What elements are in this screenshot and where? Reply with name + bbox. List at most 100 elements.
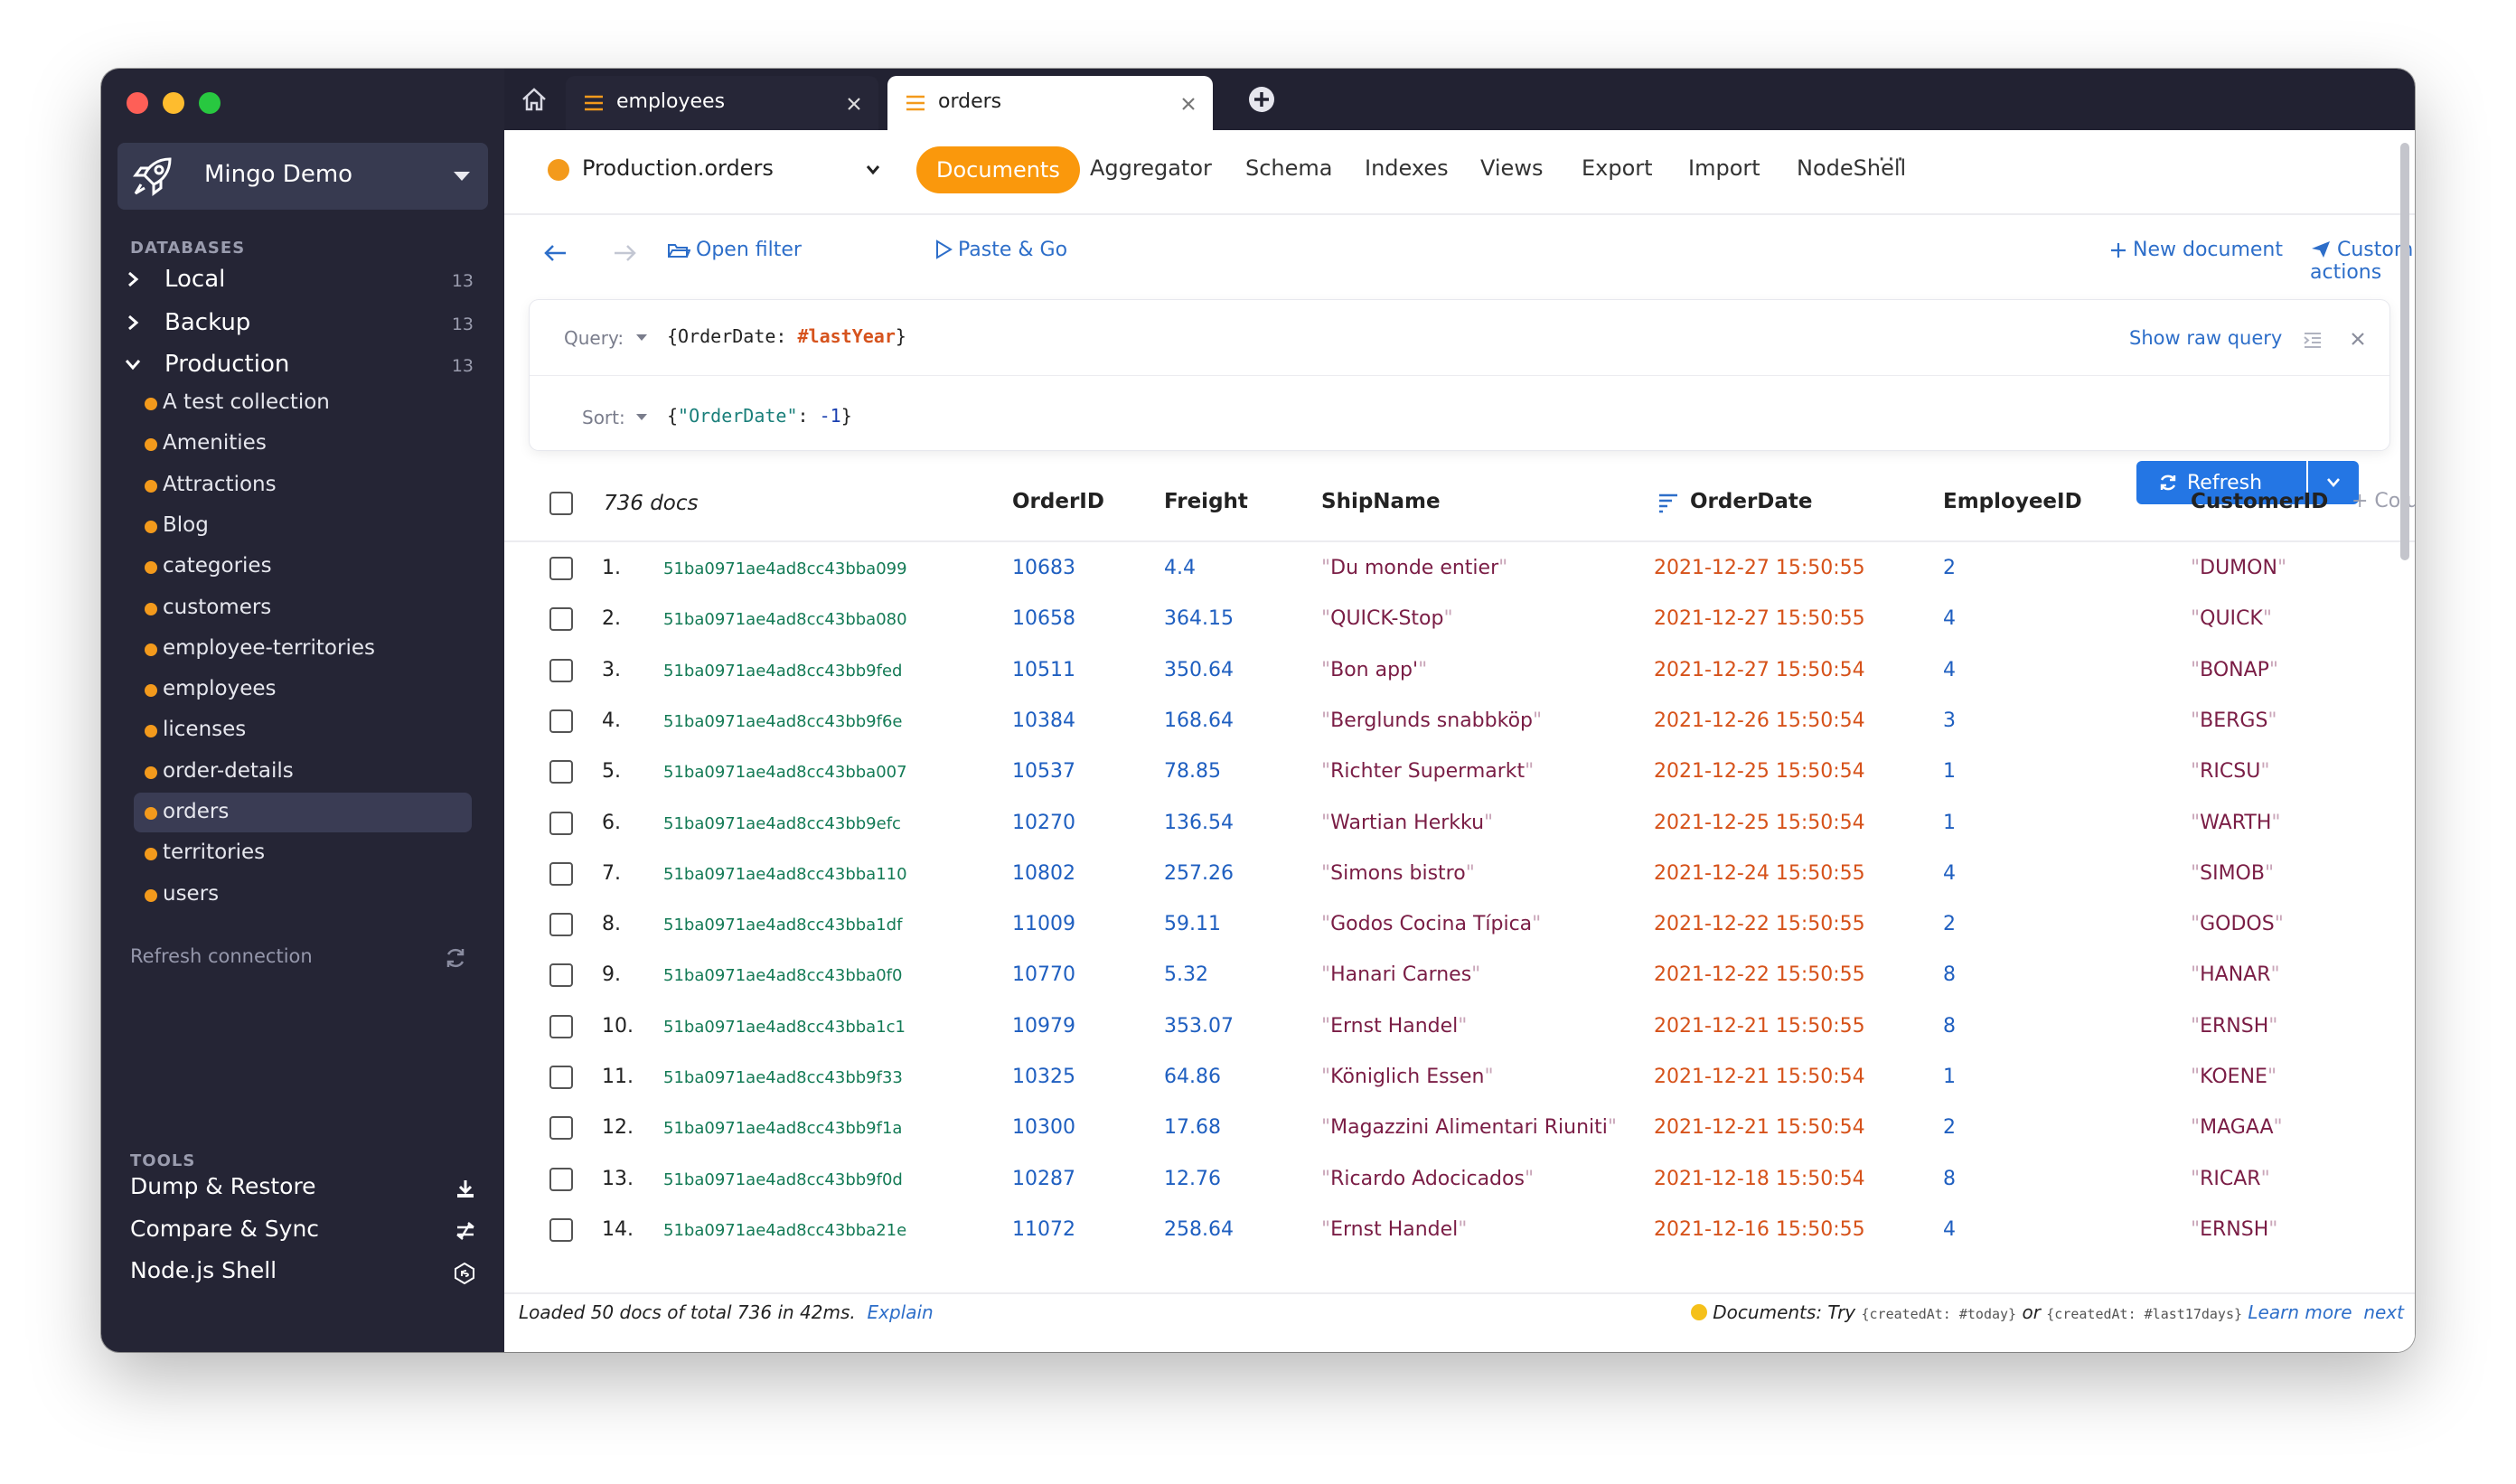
table-row[interactable]: 8. 51ba0971ae4ad8cc43bba1df 11009 59.11 "God… — [504, 898, 2415, 949]
row-checkbox[interactable] — [549, 1116, 573, 1140]
table-row[interactable]: 3. 51ba0971ae4ad8cc43bb9fed 10511 350.64 "Bo… — [504, 644, 2415, 695]
connection-selector[interactable]: Mingo Demo — [117, 143, 488, 210]
table-row[interactable]: 13. 51ba0971ae4ad8cc43bb9f0d 10287 12.76 "Ri… — [504, 1153, 2415, 1204]
table-row[interactable]: 11. 51ba0971ae4ad8cc43bb9f33 10325 64.86 "Kö… — [504, 1051, 2415, 1102]
freight-value: 353.07 — [1164, 1015, 1234, 1038]
caret-down-icon — [454, 172, 470, 181]
table-row[interactable]: 14. 51ba0971ae4ad8cc43bba21e 11072 258.64 "E… — [504, 1204, 2415, 1254]
next-tip-link[interactable]: next — [2363, 1301, 2404, 1323]
sort-input[interactable]: {"OrderDate": -1} — [667, 405, 852, 427]
column-header-employeeid[interactable]: EmployeeID — [1943, 490, 2082, 513]
tool-compare-sync[interactable]: Compare & Sync — [130, 1212, 488, 1248]
table-row[interactable]: 1. 51ba0971ae4ad8cc43bba099 10683 4.4 "Du mo… — [504, 542, 2415, 593]
table-row[interactable]: 2. 51ba0971ae4ad8cc43bba080 10658 364.15 "QU… — [504, 593, 2415, 643]
learn-more-link[interactable]: Learn more — [2248, 1301, 2352, 1323]
nav-tab-documents[interactable]: Documents — [916, 146, 1080, 193]
row-checkbox[interactable] — [549, 709, 573, 733]
database-item-backup[interactable]: Backup 13 — [123, 305, 484, 342]
query-input[interactable]: {OrderDate: #lastYear} — [667, 325, 906, 347]
caret-down-icon[interactable] — [636, 334, 647, 341]
row-checkbox[interactable] — [549, 1066, 573, 1089]
row-checkbox[interactable] — [549, 812, 573, 835]
minimize-window-button[interactable] — [163, 92, 184, 114]
nav-tab-schema[interactable]: Schema — [1245, 155, 1333, 181]
nav-tab-indexes[interactable]: Indexes — [1365, 155, 1449, 181]
table-row[interactable]: 15.51ba0971ae4ad8cc43bba0451059929.98"B'… — [504, 1254, 2415, 1265]
format-icon[interactable] — [2303, 331, 2323, 349]
custom-actions-button[interactable]: Custom actions — [2310, 239, 2415, 284]
tool-nodejs-shell[interactable]: Node.js Shell — [130, 1254, 488, 1290]
quote-mark: " — [2260, 760, 2270, 783]
collection-item[interactable]: employee-territories — [134, 629, 472, 669]
tool-dump-restore[interactable]: Dump & Restore — [130, 1169, 488, 1206]
add-tab-icon[interactable] — [1247, 85, 1276, 114]
row-checkbox[interactable] — [549, 913, 573, 936]
row-checkbox[interactable] — [549, 760, 573, 784]
document-id: 51ba0971ae4ad8cc43bb9f1a — [663, 1119, 903, 1138]
nav-tab-views[interactable]: Views — [1480, 155, 1543, 181]
table-row[interactable]: 10. 51ba0971ae4ad8cc43bba1c1 10979 353.07 "E… — [504, 1000, 2415, 1051]
sort-descending-icon[interactable] — [1657, 492, 1679, 513]
nav-tab-export[interactable]: Export — [1582, 155, 1653, 181]
explain-link[interactable]: Explain — [867, 1301, 933, 1323]
table-row[interactable]: 6. 51ba0971ae4ad8cc43bb9efc 10270 136.54 "Wa… — [504, 797, 2415, 848]
column-header-shipname[interactable]: ShipName — [1321, 490, 1441, 513]
refresh-connection-link[interactable]: Refresh connection — [130, 945, 313, 967]
open-filter-button[interactable]: Open filter — [667, 239, 802, 261]
table-row[interactable]: 4. 51ba0971ae4ad8cc43bb9f6e 10384 168.64 "Be… — [504, 695, 2415, 746]
tab-employees[interactable]: employees — [566, 76, 878, 130]
close-icon[interactable] — [846, 96, 862, 112]
row-checkbox[interactable] — [549, 557, 573, 580]
collection-item[interactable]: categories — [134, 547, 472, 587]
table-row[interactable]: 7. 51ba0971ae4ad8cc43bba110 10802 257.26 "Si… — [504, 848, 2415, 898]
clear-query-icon[interactable] — [2350, 331, 2366, 347]
table-row[interactable]: 5. 51ba0971ae4ad8cc43bba007 10537 78.85 "Ric… — [504, 746, 2415, 796]
scrollbar-thumb[interactable] — [2400, 143, 2409, 560]
new-document-button[interactable]: New document — [2109, 239, 2283, 261]
collection-item[interactable]: customers — [134, 588, 472, 628]
refresh-icon[interactable] — [443, 945, 468, 971]
collection-item[interactable]: Blog — [134, 506, 472, 546]
collection-item[interactable]: order-details — [134, 752, 472, 792]
namespace-selector[interactable]: Production.orders — [582, 155, 774, 181]
column-header-freight[interactable]: Freight — [1164, 490, 1248, 513]
forward-arrow-icon[interactable] — [613, 244, 636, 262]
caret-down-icon[interactable] — [636, 414, 647, 420]
column-header-customerid[interactable]: CustomerID — [2191, 490, 2328, 513]
collection-item[interactable]: Attractions — [134, 465, 472, 505]
tab-orders[interactable]: orders — [887, 76, 1213, 130]
collection-item[interactable]: A test collection — [134, 383, 472, 423]
collection-item[interactable]: orders — [134, 793, 472, 832]
row-checkbox[interactable] — [549, 963, 573, 987]
table-row[interactable]: 12. 51ba0971ae4ad8cc43bb9f1a 10300 17.68 "Ma… — [504, 1102, 2415, 1152]
table-row[interactable]: 9. 51ba0971ae4ad8cc43bba0f0 10770 5.32 "Hana… — [504, 949, 2415, 1000]
row-checkbox[interactable] — [549, 607, 573, 631]
home-icon[interactable] — [521, 87, 548, 112]
maximize-window-button[interactable] — [199, 92, 221, 114]
select-all-checkbox[interactable] — [549, 492, 573, 515]
collection-item[interactable]: Amenities — [134, 424, 472, 464]
database-item-local[interactable]: Local 13 — [123, 262, 484, 298]
nav-tab-import[interactable]: Import — [1688, 155, 1760, 181]
more-menu-button[interactable]: ··· — [1878, 146, 1906, 174]
collection-item[interactable]: licenses — [134, 710, 472, 750]
collection-item[interactable]: employees — [134, 670, 472, 709]
show-raw-query-link[interactable]: Show raw query — [2129, 327, 2282, 349]
back-arrow-icon[interactable] — [544, 244, 568, 262]
column-header-orderid[interactable]: OrderID — [1012, 490, 1104, 513]
column-header-orderdate[interactable]: OrderDate — [1690, 490, 1813, 513]
row-checkbox[interactable] — [549, 862, 573, 886]
close-icon[interactable] — [1180, 96, 1197, 112]
row-checkbox[interactable] — [549, 1015, 573, 1038]
database-item-production[interactable]: Production 13 — [123, 347, 484, 383]
collection-item[interactable]: territories — [134, 833, 472, 873]
paste-go-button[interactable]: Paste & Go — [934, 239, 1067, 261]
collection-item[interactable]: users — [134, 875, 472, 915]
row-checkbox[interactable] — [549, 1218, 573, 1242]
row-checkbox[interactable] — [549, 1168, 573, 1191]
close-window-button[interactable] — [127, 92, 148, 114]
nav-tab-aggregator[interactable]: Aggregator — [1090, 155, 1212, 181]
customer-id-text: RICSU — [2200, 760, 2261, 783]
chevron-down-icon[interactable] — [866, 164, 880, 175]
row-checkbox[interactable] — [549, 659, 573, 682]
